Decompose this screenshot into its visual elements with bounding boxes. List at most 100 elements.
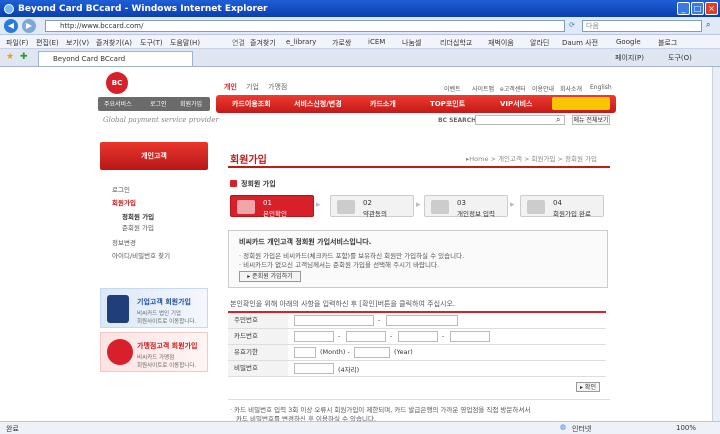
util-ecenter[interactable]: e고객센터 [500, 84, 526, 93]
quick-main-services[interactable]: 주요서비스 [104, 99, 132, 108]
promo-banner[interactable] [552, 97, 610, 110]
mainnav-card-intro[interactable]: 카드소개 [370, 99, 396, 109]
password-input[interactable] [294, 363, 334, 374]
status-bar: 완료 ◍ 인터넷 100% [0, 421, 720, 434]
link-item[interactable]: Google [616, 38, 641, 46]
minimize-button[interactable]: _ [677, 2, 690, 15]
card-no-input-1[interactable] [294, 331, 334, 342]
mainnav-top-point[interactable]: TOP포인트 [430, 99, 465, 109]
menu-edit[interactable]: 편집(E) [36, 38, 59, 48]
section-title: 정회원 가입 [241, 180, 276, 188]
verification-form: 주민번호 - 카드번호 - - - 유효기한 (Month) - (Year) … [228, 311, 606, 377]
sidebar-item-join[interactable]: 회원가입 [112, 197, 136, 207]
expiry-year-input[interactable] [354, 347, 390, 358]
site-slogan: Global payment service provider [103, 116, 219, 124]
breadcrumb: ▸Home > 개인고객 > 회원가입 > 정회원 가입 [466, 155, 598, 163]
zoom-level[interactable]: 100% [676, 424, 696, 432]
favorites-star-icon[interactable]: ★ [6, 52, 14, 62]
resident-no-back-input[interactable] [386, 315, 458, 326]
menu-file[interactable]: 파일(F) [6, 38, 28, 48]
notice-line: · 비씨카드가 없으신 고객님께서는 준회원 가입을 선택해 주시기 바랍니다. [239, 261, 440, 269]
topnav-business[interactable]: 기업 [246, 82, 259, 92]
sidebar-header: 개인고객 [100, 142, 208, 170]
tools-menu[interactable]: 도구(O) [668, 53, 692, 63]
sidebar-item-info-change[interactable]: 정보변경 [112, 237, 136, 247]
menu-all-button[interactable]: 메뉴 전체보기 [572, 115, 610, 125]
expiry-month-input[interactable] [294, 347, 316, 358]
search-input[interactable]: 다음 [582, 20, 702, 32]
link-item[interactable]: e_library [286, 38, 316, 46]
mainnav-card-usage[interactable]: 카드이용조회 [232, 99, 271, 109]
link-item[interactable]: iCEM [368, 38, 385, 46]
maximize-button[interactable]: □ [691, 2, 704, 15]
close-button[interactable]: × [705, 2, 718, 15]
notice-box: 비씨카드 개인고객 정회원 가입서비스입니다. · 정회원 가입은 비씨카드(체… [228, 230, 608, 288]
mainnav-service-request[interactable]: 서비스신청/변경 [294, 99, 342, 109]
sidebar-subitem-associate[interactable]: 준회원 가입 [122, 222, 154, 232]
step-2: 02 약관동의 [330, 195, 414, 218]
quick-login[interactable]: 로그인 [150, 99, 167, 108]
topnav-personal[interactable]: 개인 [224, 82, 237, 92]
menu-favorites[interactable]: 즐겨찾기(A) [96, 38, 132, 48]
window-titlebar: Beyond Card BCcard - Windows Internet Ex… [0, 0, 720, 17]
sidebar-item-find-id[interactable]: 아이디/비밀번호 찾기 [112, 250, 170, 260]
link-item[interactable]: 가로쌍 [332, 38, 351, 48]
tab-bccard[interactable]: Beyond Card BCcard [38, 51, 193, 66]
search-icon[interactable]: ⌕ [706, 20, 710, 30]
sidebar-subitem-full-member[interactable]: 정회원 가입 [122, 211, 154, 221]
bc-search-icon[interactable]: ⌕ [556, 115, 560, 125]
vertical-scrollbar[interactable] [712, 67, 720, 421]
step-1: 01 본인확인 [230, 195, 314, 218]
back-icon[interactable]: ◀ [4, 19, 18, 33]
form-row-password: 비밀번호 (4자리) [228, 361, 606, 377]
status-zone: 인터넷 [572, 425, 592, 433]
util-company[interactable]: 회사소개 [560, 84, 582, 93]
merchant-join-banner[interactable]: 가맹점고객 회원가입 비씨카드 가맹점 회원사이트로 이동합니다. [100, 332, 208, 372]
link-item[interactable]: 즐겨찾기 [250, 38, 276, 48]
util-english[interactable]: English [590, 84, 612, 91]
confirm-button[interactable]: ▸ 확인 [576, 382, 600, 392]
menu-help[interactable]: 도움말(H) [170, 38, 200, 48]
mainnav-vip[interactable]: VIP서비스 [500, 99, 532, 109]
add-favorite-icon[interactable]: ✚ [20, 52, 28, 62]
form-row-resident-no: 주민번호 - [228, 313, 606, 329]
form-row-card-no: 카드번호 - - - [228, 329, 606, 345]
section-bullet-icon [230, 180, 237, 187]
business-join-banner[interactable]: 기업고객 회원가입 비씨카드 법인 기업 회원사이트로 이동합니다. [100, 288, 208, 328]
link-item[interactable]: 재벅이움 [488, 38, 514, 48]
bc-logo[interactable]: BC [106, 72, 128, 94]
step-3: 03 개인정보 입력 [424, 195, 508, 218]
step-4: 04 회원가입 완료 [520, 195, 604, 218]
refresh-icon[interactable]: ⟳ [569, 21, 575, 29]
page-menu[interactable]: 페이지(P) [615, 53, 644, 63]
address-input[interactable]: http://www.bccard.com/ [45, 20, 565, 32]
util-event[interactable]: 이벤트 [444, 84, 461, 93]
bc-search-label: BC SEARCH [438, 117, 477, 124]
util-guide[interactable]: 이용안내 [532, 84, 554, 93]
pen-icon [431, 200, 449, 214]
link-item[interactable]: Daum 사전 [562, 38, 598, 48]
link-item[interactable]: 나눔셀 [402, 38, 421, 48]
link-item[interactable]: 블로그 [658, 38, 677, 48]
menu-view[interactable]: 보기(V) [66, 38, 89, 48]
card-no-input-3[interactable] [398, 331, 438, 342]
tab-bar: ★ ✚ Beyond Card BCcard 페이지(P) 도구(O) [0, 49, 720, 67]
link-item[interactable]: 리더십학교 [440, 38, 472, 48]
card-no-input-2[interactable] [346, 331, 386, 342]
menu-tools[interactable]: 도구(T) [140, 38, 163, 48]
link-item[interactable]: 알라딘 [530, 38, 549, 48]
step-arrow-icon: ▸ [416, 200, 421, 210]
instruction-text: 본인확인을 위해 아래의 사항을 입력하신 후 [확인]버튼을 클릭하여 주십시… [230, 300, 456, 308]
forward-icon[interactable]: ▶ [22, 19, 36, 33]
util-sitemap[interactable]: 사이트맵 [472, 84, 494, 93]
card-no-input-4[interactable] [450, 331, 490, 342]
business-person-image [107, 295, 129, 323]
bc-ball-image [107, 339, 133, 365]
quick-join[interactable]: 회원가입 [180, 99, 202, 108]
address-toolbar: ◀ ▶ http://www.bccard.com/ ⟳ 다음 ⌕ [0, 17, 720, 35]
sidebar-item-login[interactable]: 로그인 [112, 184, 130, 194]
topnav-merchant[interactable]: 가맹점 [268, 82, 287, 92]
resident-no-front-input[interactable] [294, 315, 374, 326]
associate-join-button[interactable]: ▸ 준회원 가입하기 [239, 271, 301, 282]
bc-search-input[interactable] [475, 115, 565, 125]
